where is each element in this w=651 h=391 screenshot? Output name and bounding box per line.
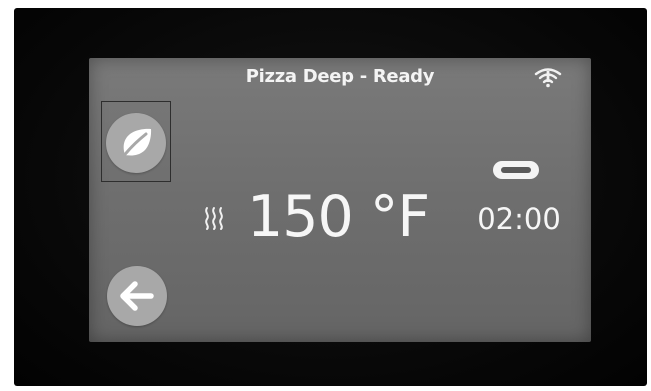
timer-display[interactable]: 02:00: [469, 199, 569, 239]
touch-screen: Pizza Deep - Ready 150 °F 02:00: [89, 58, 591, 342]
wifi-icon: [534, 68, 562, 88]
page-title: Pizza Deep - Ready: [245, 66, 435, 87]
photo-background: Pizza Deep - Ready 150 °F 02:00: [0, 0, 651, 391]
temperature-display[interactable]: 150 °F: [247, 182, 430, 252]
timer-toggle-icon: [493, 161, 539, 179]
heat-waves-icon: [205, 207, 223, 230]
arrow-left-icon: [120, 281, 154, 311]
leaf-icon: [121, 128, 152, 159]
back-button[interactable]: [107, 266, 167, 326]
eco-mode-button[interactable]: [106, 113, 166, 173]
